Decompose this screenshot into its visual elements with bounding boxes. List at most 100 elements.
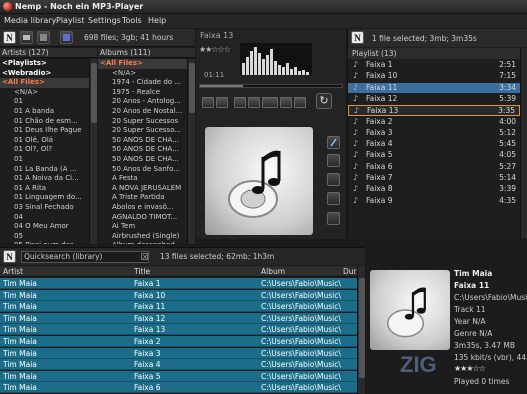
- album-item[interactable]: 20 Super Sucessos: [98, 117, 187, 127]
- artist-item[interactable]: 01 Deus Ilhe Pague: [0, 126, 89, 136]
- table-scrollbar[interactable]: [357, 266, 365, 394]
- artist-item[interactable]: 01 Chão de esm...: [0, 117, 89, 127]
- album-item[interactable]: AGNALDO TIMOT...: [98, 213, 187, 223]
- lyrics-panel-icon[interactable]: [327, 192, 340, 205]
- table-row[interactable]: Tim Maia Faixa 6 C:\Users\Fabio\Music\...: [0, 382, 357, 394]
- artist-item[interactable]: 01 A banda: [0, 107, 89, 117]
- nemp-menu-button[interactable]: N: [3, 31, 16, 44]
- table-row[interactable]: Tim Maia Faixa 3 C:\Users\Fabio\Music\...: [0, 347, 357, 359]
- table-row[interactable]: Tim Maia Faixa 5 C:\Users\Fabio\Music\...: [0, 370, 357, 382]
- album-item[interactable]: 1974 - Cidade do ...: [98, 78, 187, 88]
- playlist-item[interactable]: ♪ Faixa 4 5:45: [348, 139, 520, 150]
- playlist-item[interactable]: ♪ Faixa 9 4:35: [348, 196, 520, 207]
- table-row[interactable]: Tim Maia Faixa 2 C:\Users\Fabio\Music\...: [0, 336, 357, 347]
- table-row[interactable]: Tim Maia Faixa 12 C:\Users\Fabio\Music\...: [0, 312, 357, 324]
- artist-item[interactable]: 03 Sinal Fechado: [0, 203, 89, 213]
- effects-icon[interactable]: [327, 154, 340, 167]
- menu-settings[interactable]: Settings: [88, 16, 121, 25]
- table-row[interactable]: Tim Maia Faixa 10 C:\Users\Fabio\Music\...: [0, 289, 357, 301]
- album-item[interactable]: <All Files>: [98, 59, 187, 69]
- albums-scrollbar[interactable]: [187, 59, 195, 244]
- playlist-item[interactable]: ♪ Faixa 7 5:14: [348, 173, 520, 184]
- album-item[interactable]: 50 ANOS DE CHÃ...: [98, 136, 187, 146]
- album-item[interactable]: Album desconhed...: [98, 241, 187, 244]
- rating-stars[interactable]: ★★☆☆☆: [199, 45, 231, 54]
- cover-flow-icon[interactable]: [37, 31, 50, 44]
- artist-item[interactable]: <N/A>: [0, 88, 89, 98]
- quicksearch-input[interactable]: Quicksearch (library): [21, 251, 149, 263]
- stop-icon[interactable]: [216, 97, 228, 108]
- table-row[interactable]: Tim Maia Faixa 11 C:\Users\Fabio\Music\...: [0, 301, 357, 313]
- playlist-item[interactable]: ♪ Faixa 8 3:39: [348, 184, 520, 195]
- playlist-scrollbar[interactable]: [520, 48, 527, 238]
- settings-icon[interactable]: [327, 212, 340, 225]
- album-item[interactable]: <N/A>: [98, 69, 187, 79]
- artist-item[interactable]: 01 Ol?, Ol?: [0, 145, 89, 155]
- artist-item[interactable]: 01 A Noiva da Ci...: [0, 174, 89, 184]
- album-item[interactable]: 20 Anos - Antolog...: [98, 97, 187, 107]
- artist-item[interactable]: <All Files>: [0, 78, 89, 88]
- artist-item[interactable]: <Webradio>: [0, 69, 89, 79]
- artist-item[interactable]: 01: [0, 155, 89, 165]
- album-item[interactable]: Abolos e invasõ...: [98, 203, 187, 213]
- playlist-item[interactable]: ♪ Faixa 3 5:12: [348, 128, 520, 139]
- album-item[interactable]: A Triste Partida: [98, 193, 187, 203]
- playlist-item[interactable]: ♪ Faixa 6 5:27: [348, 162, 520, 173]
- table-row[interactable]: Tim Maia Faixa 13 C:\Users\Fabio\Music\...: [0, 324, 357, 336]
- clear-search-icon[interactable]: ×: [141, 253, 148, 261]
- menu-media-library[interactable]: Media library: [4, 16, 56, 25]
- library-menu-button[interactable]: N: [3, 250, 16, 263]
- playlist-item[interactable]: ♪ Faixa 1 2:51: [348, 60, 520, 71]
- playlist-item[interactable]: ♪ Faixa 10 7:15: [348, 71, 520, 82]
- album-item[interactable]: 50 ANOS DE CHÃ...: [98, 155, 187, 165]
- album-item[interactable]: Airbrushed (Single): [98, 232, 187, 242]
- artist-item[interactable]: 05 Pisei num des...: [0, 241, 89, 244]
- next-icon[interactable]: [294, 97, 306, 108]
- pause-icon[interactable]: [262, 97, 278, 108]
- repeat-icon[interactable]: ↻: [316, 93, 332, 109]
- forward-icon[interactable]: [280, 97, 292, 108]
- column-title[interactable]: Title: [134, 267, 150, 276]
- album-item[interactable]: 20 Super Sucesso...: [98, 126, 187, 136]
- playlist-item[interactable]: ♪ Faixa 2 4:00: [348, 117, 520, 128]
- artist-item[interactable]: 05: [0, 232, 89, 242]
- table-row[interactable]: Tim Maia Faixa 4 C:\Users\Fabio\Music\...: [0, 359, 357, 371]
- lyrics-icon[interactable]: [60, 31, 73, 44]
- previous-icon[interactable]: [234, 97, 246, 108]
- menu-tools[interactable]: Tools: [122, 16, 142, 25]
- artist-item[interactable]: 01 Olê, Olá: [0, 136, 89, 146]
- rewind-icon[interactable]: [248, 97, 260, 108]
- menu-help[interactable]: Help: [148, 16, 166, 25]
- artist-item[interactable]: 04 O Meu Amor: [0, 222, 89, 232]
- album-item[interactable]: 50 Anos de Sanfo...: [98, 165, 187, 175]
- progress-bar[interactable]: [199, 84, 343, 88]
- play-icon[interactable]: [202, 97, 214, 108]
- artist-item[interactable]: <Playlists>: [0, 59, 89, 69]
- equalizer-icon[interactable]: [327, 136, 340, 149]
- visualization-icon[interactable]: [327, 173, 340, 186]
- album-item[interactable]: 1975 - Realce: [98, 88, 187, 98]
- artist-item[interactable]: 01 A Rita: [0, 184, 89, 194]
- playlist-item[interactable]: ♪ Faixa 12 5:39: [348, 94, 520, 105]
- artist-item[interactable]: 01: [0, 97, 89, 107]
- table-row[interactable]: Tim Maia Faixa 1 C:\Users\Fabio\Music\...: [0, 278, 357, 289]
- album-item[interactable]: 50 ANOS DE CHÃ...: [98, 145, 187, 155]
- artist-item[interactable]: 01 Linguagem do...: [0, 193, 89, 203]
- menu-playlist[interactable]: Playlist: [56, 16, 84, 25]
- album-item[interactable]: A Festa: [98, 174, 187, 184]
- artist-item[interactable]: 01 La Banda (A ...: [0, 165, 89, 175]
- album-item[interactable]: 20 Anos de Nostal...: [98, 107, 187, 117]
- playlist-item[interactable]: ♪ Faixa 11 3:34: [348, 82, 520, 94]
- details-rating[interactable]: ★★★☆☆: [454, 364, 486, 373]
- album-item[interactable]: A NOVA JERUSALEM: [98, 184, 187, 194]
- artists-scrollbar[interactable]: [89, 59, 97, 244]
- column-artist[interactable]: Artist: [3, 267, 23, 276]
- album-item[interactable]: Ai Tem: [98, 222, 187, 232]
- albums-list[interactable]: <All Files> <N/A> 1974 - Cidade do ... 1975…: [98, 59, 187, 244]
- playlist-item[interactable]: ♪ Faixa 5 4:05: [348, 150, 520, 161]
- playlist-item[interactable]: ♪ Faixa 13 3:35: [348, 105, 520, 117]
- artist-item[interactable]: 04: [0, 213, 89, 223]
- column-album[interactable]: Album: [261, 267, 285, 276]
- artists-list[interactable]: <Playlists> <Webradio> <All Files> <N/A> 01 0…: [0, 59, 89, 244]
- playlist-menu-button[interactable]: N: [351, 31, 364, 44]
